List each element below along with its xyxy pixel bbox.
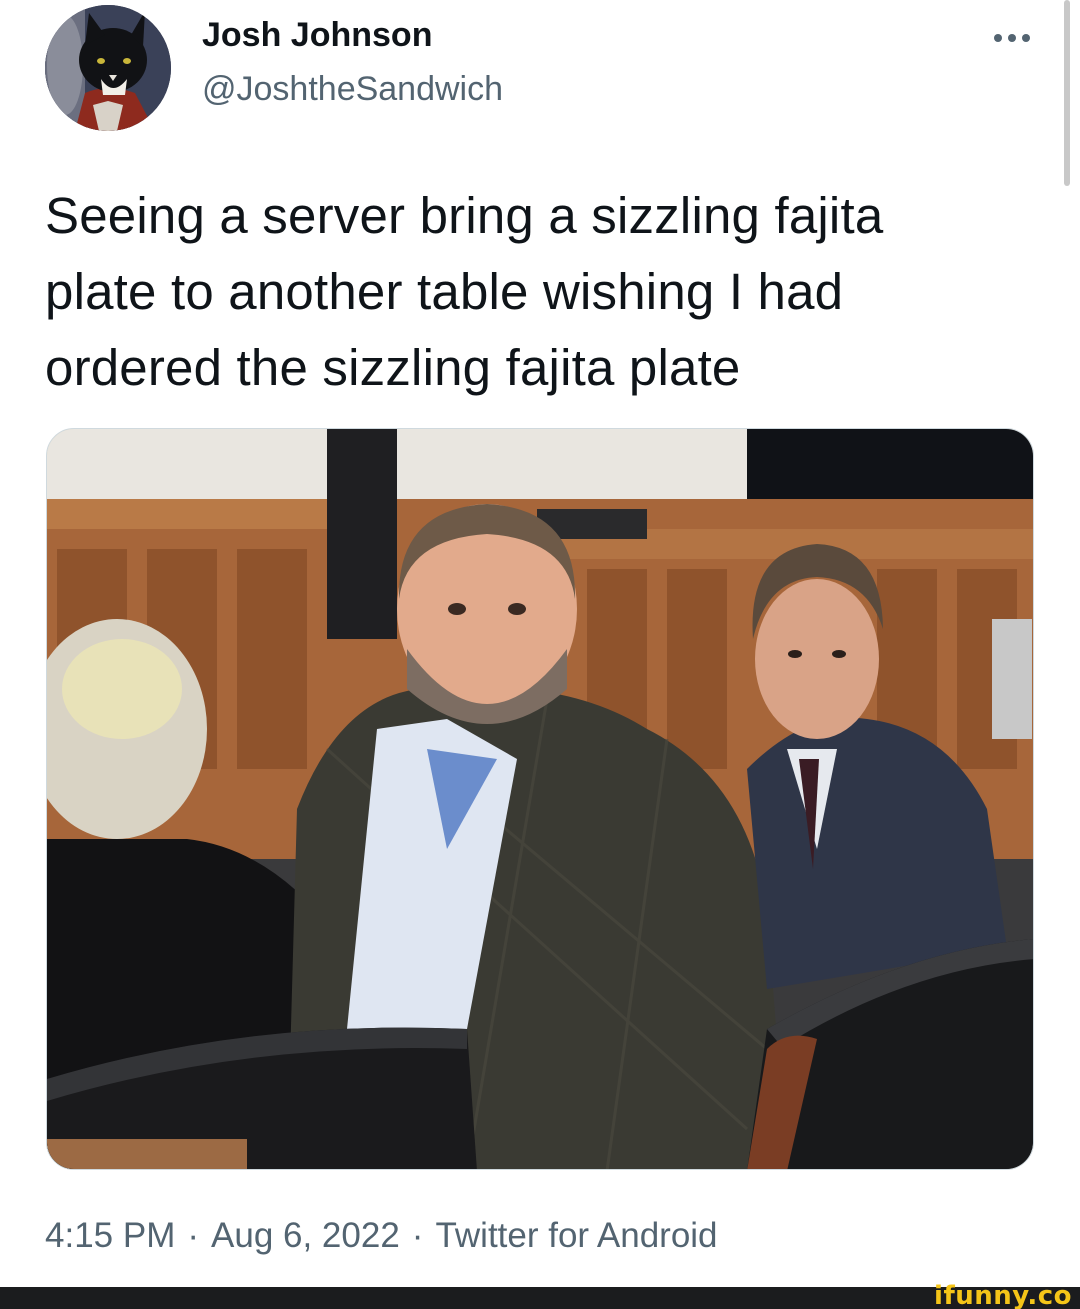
tweet-page: Josh Johnson @JoshtheSandwich Seeing a s…: [0, 0, 1080, 1309]
tweet-text: Seeing a server bring a sizzling fajita …: [45, 178, 1035, 406]
footer-bar: ifunny.co: [0, 1282, 1080, 1309]
separator: ·: [411, 1216, 424, 1255]
user-handle[interactable]: @JoshtheSandwich: [202, 70, 503, 109]
courtroom-photo: [47, 429, 1033, 1169]
tweet-photo[interactable]: [46, 428, 1034, 1170]
tweet-date-link[interactable]: Aug 6, 2022: [211, 1216, 400, 1255]
avatar[interactable]: [45, 5, 171, 131]
tweet-text-line: plate to another table wishing I had: [45, 263, 844, 320]
ifunny-watermark: ifunny.co: [934, 1281, 1072, 1309]
tweet-source-link[interactable]: Twitter for Android: [435, 1216, 717, 1255]
tweet-time-link[interactable]: 4:15 PM: [45, 1216, 175, 1255]
tweet-meta: 4:15 PM · Aug 6, 2022 · Twitter for Android: [45, 1216, 718, 1256]
display-name[interactable]: Josh Johnson: [202, 16, 432, 55]
cat-avatar-icon: [45, 5, 171, 131]
more-options-button[interactable]: [988, 20, 1036, 56]
separator: ·: [187, 1216, 200, 1255]
tweet-text-line: ordered the sizzling fajita plate: [45, 339, 741, 396]
more-horizontal-icon: [994, 34, 1030, 42]
tweet-text-line: Seeing a server bring a sizzling fajita: [45, 187, 884, 244]
scrollbar[interactable]: [1064, 0, 1070, 186]
